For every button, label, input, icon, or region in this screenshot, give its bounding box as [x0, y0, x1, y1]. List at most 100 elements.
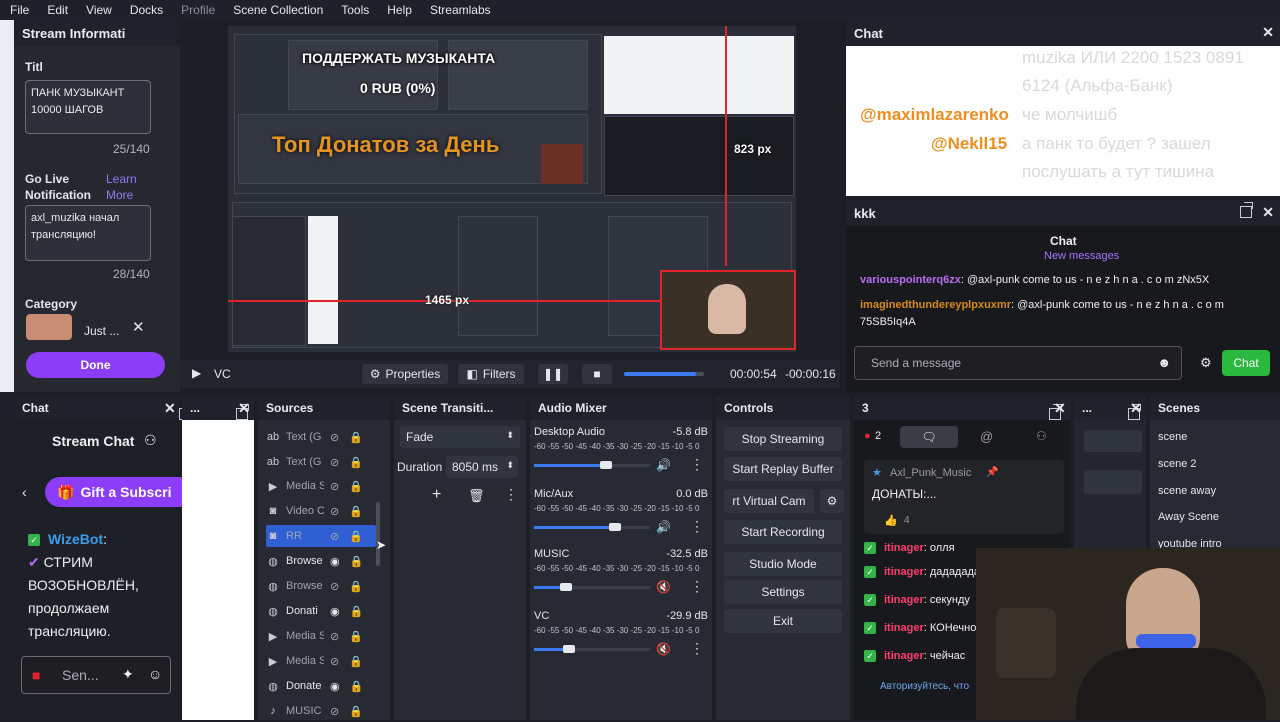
learn-more-link[interactable]: Learn [106, 172, 137, 186]
speaker-icon[interactable]: 🔊 [656, 458, 671, 472]
hidden-icon[interactable]: ⊘ [330, 431, 339, 444]
exit-button[interactable]: Exit [724, 609, 842, 633]
start-recording-button[interactable]: Start Recording [724, 520, 842, 544]
login-prompt[interactable]: Авторизуйтесь, что [880, 681, 969, 692]
close-icon[interactable]: ✕ [238, 401, 250, 415]
kkk-message-input[interactable]: Send a message ☻ [854, 346, 1182, 380]
lock-icon[interactable]: 🔒 [349, 480, 363, 493]
hidden-icon[interactable]: ⊘ [330, 456, 339, 469]
volume-knob[interactable] [609, 523, 621, 531]
hidden-icon[interactable]: ⊘ [330, 580, 339, 593]
lock-icon[interactable]: 🔒 [349, 630, 363, 643]
lock-icon[interactable]: 🔒 [349, 456, 363, 469]
start-replay-buffer-button[interactable]: Start Replay Buffer [724, 457, 842, 481]
volume-knob[interactable] [600, 461, 612, 469]
menu-docks[interactable]: Docks [130, 3, 163, 17]
menu-profile[interactable]: Profile [181, 3, 215, 17]
virtual-cam-settings[interactable]: ⚙ [820, 489, 844, 513]
lock-icon[interactable]: 🔒 [350, 555, 364, 568]
settings-gear-icon[interactable]: ⚙ [1200, 355, 1212, 371]
lock-icon[interactable]: 🔒 [350, 680, 364, 693]
menu-edit[interactable]: Edit [47, 3, 68, 17]
menu-streamlabs[interactable]: Streamlabs [430, 3, 491, 17]
lock-icon[interactable]: 🔒 [349, 655, 363, 668]
filters-button[interactable]: ◧ Filters [458, 364, 524, 384]
lock-icon[interactable]: 🔒 [349, 705, 363, 718]
volume-knob[interactable] [563, 645, 575, 653]
source-item[interactable]: ▶ Media S ⊘ 🔒 [266, 475, 376, 497]
close-icon[interactable]: ✕ [1054, 401, 1066, 415]
menu-scene-collection[interactable]: Scene Collection [233, 3, 323, 17]
source-item-selected[interactable]: ◙ RR ⊘ 🔒 [266, 525, 376, 547]
lock-icon[interactable]: 🔒 [349, 431, 363, 444]
speaker-icon[interactable]: 🔊 [656, 520, 671, 534]
more-icon[interactable]: ⋮ [690, 640, 704, 657]
notification-field[interactable]: axl_muzika начал трансляцию! [25, 205, 151, 261]
chat-send-button[interactable]: Chat [1222, 350, 1270, 376]
menu-tools[interactable]: Tools [341, 3, 369, 17]
hidden-icon[interactable]: ⊘ [330, 530, 339, 543]
source-item[interactable]: ◍ Browse ⊘ 🔒 [266, 575, 376, 597]
more-icon[interactable]: ⋮ [504, 486, 518, 503]
more-icon[interactable]: ⋮ [690, 518, 704, 535]
lock-icon[interactable]: 🔒 [349, 580, 363, 593]
category-value[interactable]: Just ... [84, 324, 119, 338]
chat-tab-icon[interactable]: 🗨 [900, 426, 958, 448]
done-button[interactable]: Done [26, 352, 165, 378]
eye-icon[interactable]: ◉ [330, 605, 340, 618]
stop-streaming-button[interactable]: Stop Streaming [724, 427, 842, 451]
more-icon[interactable]: ⋮ [690, 456, 704, 473]
lock-icon[interactable]: 🔒 [350, 605, 364, 618]
pinned-message[interactable]: ★ Axl_Punk_Music 📌 ДОНАТЫ:... 👍 4 [864, 460, 1064, 534]
clear-category-icon[interactable]: ✕ [132, 320, 145, 335]
speaker-muted-icon[interactable]: 🔇 [656, 642, 671, 656]
hidden-icon[interactable]: ⊘ [330, 480, 339, 493]
close-icon[interactable]: ✕ [1262, 205, 1274, 219]
source-item[interactable]: ◍ Donate ◉ 🔒 [266, 675, 376, 697]
eye-icon[interactable]: ◉ [330, 555, 340, 568]
preview-canvas[interactable] [228, 26, 796, 352]
scene-item[interactable]: scene [1158, 431, 1187, 443]
stepper-icon[interactable]: ⬍ [506, 460, 514, 471]
float-icon[interactable] [1240, 202, 1254, 218]
learn-more-link-2[interactable]: More [106, 188, 133, 202]
source-item[interactable]: ♪ MUSIC ⊘ 🔒 [266, 700, 376, 722]
scene-item[interactable]: Away Scene [1158, 511, 1219, 523]
community-icon[interactable]: ⚇ [144, 432, 157, 449]
volume-knob[interactable] [560, 583, 572, 591]
source-item[interactable]: ab Text (G ⊘ 🔒 [266, 426, 376, 448]
media-seekbar[interactable] [624, 372, 704, 376]
emoji-icon[interactable]: ☺ [148, 666, 162, 682]
hidden-icon[interactable]: ⊘ [330, 630, 339, 643]
trash-icon[interactable]: 🗑 [468, 488, 485, 504]
pause-button[interactable]: ❚❚ [538, 364, 568, 384]
sources-scrollbar[interactable] [376, 502, 380, 566]
left-chat-input[interactable]: ■ Sen... ✦ ☺ [21, 656, 171, 694]
scene-item[interactable]: scene away [1158, 485, 1216, 497]
gift-sub-button[interactable]: 🎁 Gift a Subscri [45, 477, 185, 507]
stop-button[interactable]: ■ [582, 364, 612, 384]
chevron-left-icon[interactable]: ‹ [22, 484, 27, 500]
lock-icon[interactable]: 🔒 [349, 505, 363, 518]
speaker-muted-icon[interactable]: 🔇 [656, 580, 671, 594]
users-tab-icon[interactable]: ⚇ [1036, 429, 1047, 443]
hidden-icon[interactable]: ⊘ [330, 655, 339, 668]
menu-help[interactable]: Help [387, 3, 412, 17]
transition-select[interactable]: Fade ⬍ [400, 426, 520, 448]
properties-button[interactable]: ⚙ Properties [362, 364, 448, 384]
hidden-icon[interactable]: ⊘ [330, 705, 339, 718]
source-item[interactable]: ab Text (G ⊘ 🔒 [266, 451, 376, 473]
close-icon[interactable]: ✕ [164, 401, 176, 415]
source-item[interactable]: ◍ Browse ◉ 🔒 [266, 550, 376, 572]
settings-button[interactable]: Settings [724, 580, 842, 604]
source-item[interactable]: ◍ Donati ◉ 🔒 [266, 600, 376, 622]
play-icon[interactable]: ▶ [192, 366, 201, 380]
eye-icon[interactable]: ◉ [330, 680, 340, 693]
source-item[interactable]: ▶ Media S ⊘ 🔒 [266, 650, 376, 672]
duration-input[interactable]: 8050 ms ⬍ [446, 456, 518, 478]
lock-icon[interactable]: 🔒 [349, 530, 363, 543]
mention-tab-icon[interactable]: @ [980, 429, 993, 444]
menu-file[interactable]: File [10, 3, 29, 17]
hidden-icon[interactable]: ⊘ [330, 505, 339, 518]
source-item[interactable]: ▶ Media S ⊘ 🔒 [266, 625, 376, 647]
